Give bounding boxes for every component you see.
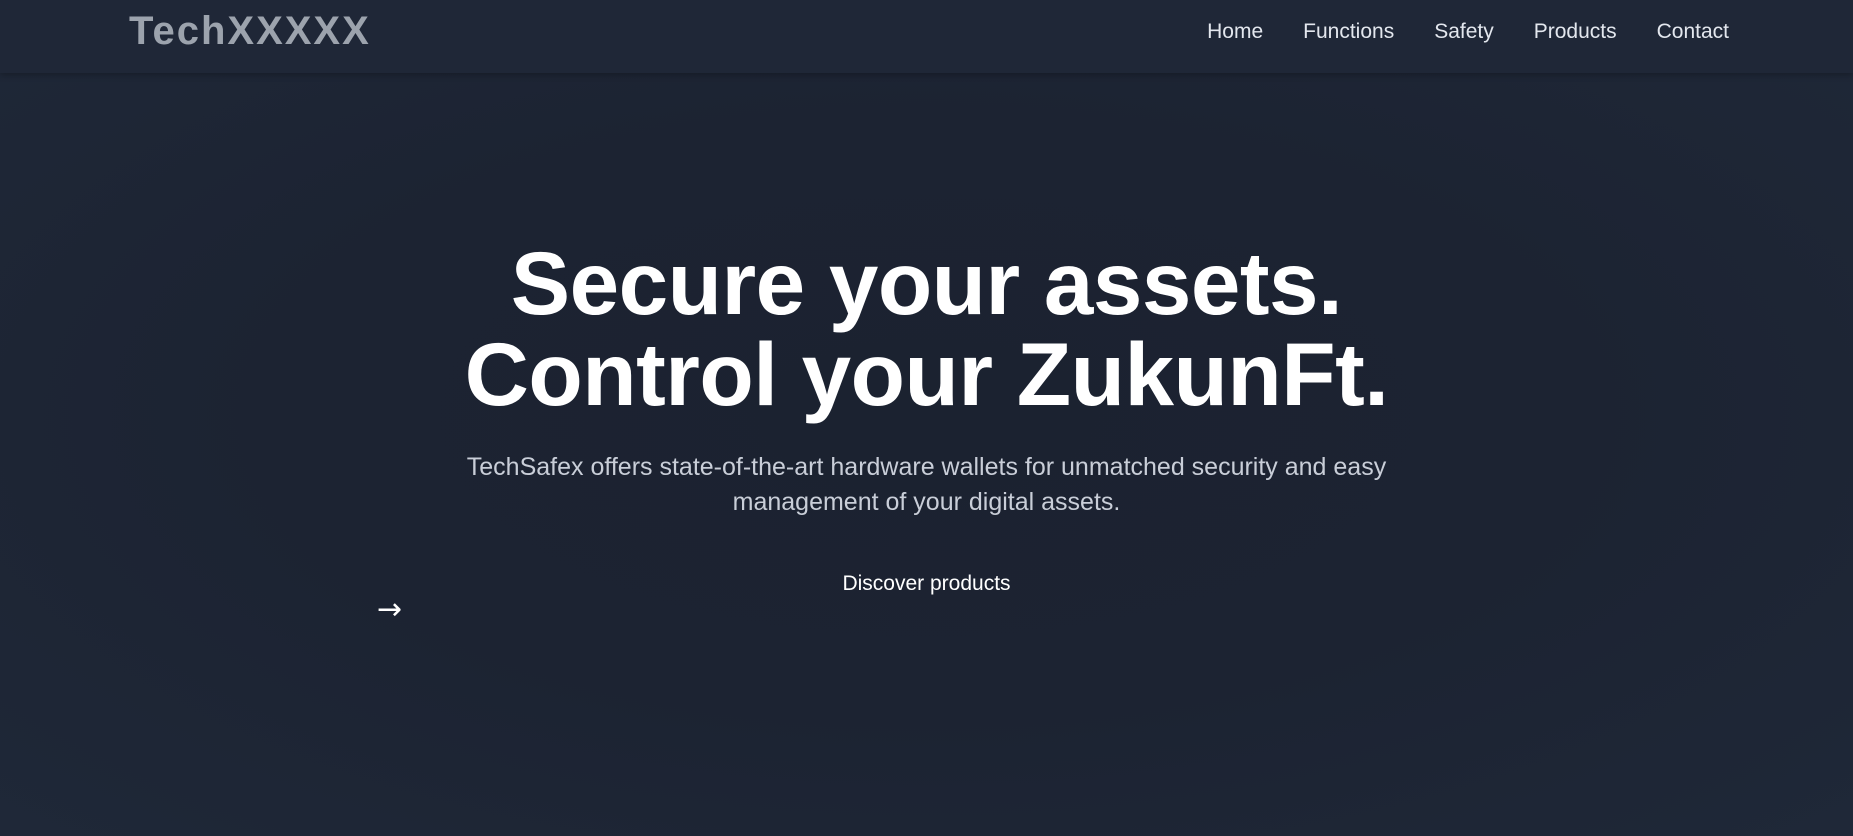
nav-link-safety[interactable]: Safety — [1434, 19, 1494, 45]
main-nav: Home Functions Safety Products Contact — [1167, 0, 1729, 63]
subtitle-line-1: TechSafex offers state-of-the-art hardwa… — [466, 453, 1387, 481]
headline-line-2: Control your ZukunFt. — [464, 324, 1389, 424]
subtitle-line-2: management of your digital assets. — [732, 488, 1121, 516]
nav-link-home[interactable]: Home — [1207, 19, 1263, 45]
nav-link-products[interactable]: Products — [1534, 19, 1617, 45]
site-header: TechXXXXX Home Functions Safety Products… — [0, 0, 1853, 73]
arrow-right-icon[interactable]: → — [377, 592, 402, 628]
hero-headline: Secure your assets. Control your ZukunFt… — [0, 238, 1853, 420]
nav-link-contact[interactable]: Contact — [1657, 19, 1729, 45]
nav-link-functions[interactable]: Functions — [1303, 19, 1394, 45]
discover-products-button[interactable]: Discover products — [0, 570, 1853, 598]
hero-subtitle: TechSafex offers state-of-the-art hardwa… — [0, 450, 1853, 520]
logo[interactable]: TechXXXXX — [129, 7, 371, 55]
headline-line-1: Secure your assets. — [510, 233, 1343, 333]
